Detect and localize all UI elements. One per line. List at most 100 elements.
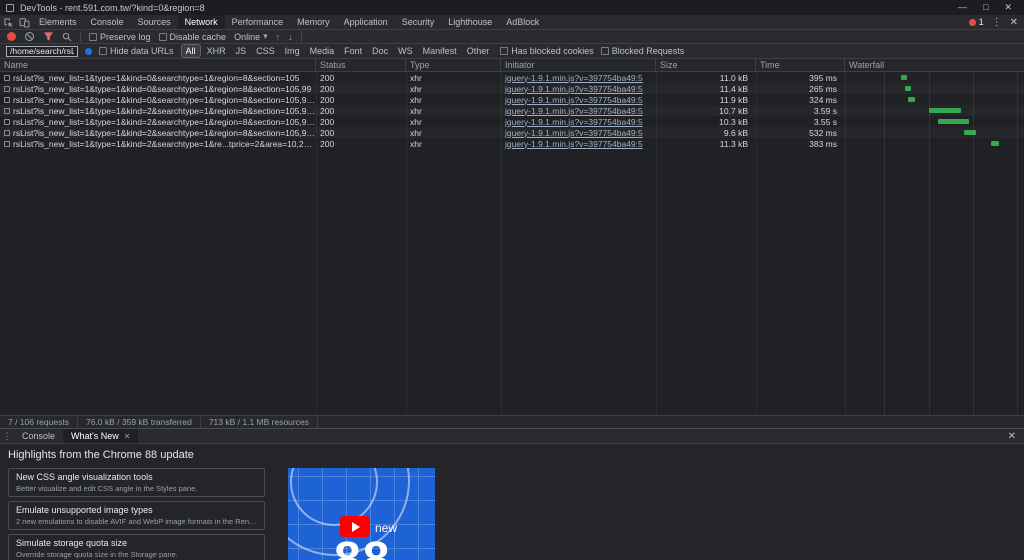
file-type-icon <box>4 107 10 114</box>
request-name-cell[interactable]: rsList?is_new_list=1&type=1&kind=0&searc… <box>0 95 316 105</box>
disable-cache-checkbox[interactable]: Disable cache <box>158 32 226 42</box>
resource-type-chip[interactable]: WS <box>394 45 417 57</box>
waterfall-cell <box>845 105 1024 116</box>
hide-data-urls-checkbox[interactable]: Hide data URLs <box>99 46 174 56</box>
table-row[interactable]: rsList?is_new_list=1&type=1&kind=2&searc… <box>0 105 1024 116</box>
panel-tab[interactable]: Console <box>84 15 131 29</box>
filter-active-indicator-icon[interactable] <box>85 47 92 55</box>
panel-tab[interactable]: Memory <box>290 15 337 29</box>
waterfall-bar[interactable] <box>938 119 969 124</box>
highlight-card[interactable]: Simulate storage quota size Override sto… <box>8 534 265 560</box>
devtools-close-icon[interactable]: ✕ <box>1010 17 1018 28</box>
more-options-icon[interactable]: ⋮ <box>992 17 1002 28</box>
inspect-element-icon[interactable] <box>0 15 16 29</box>
waterfall-bar[interactable] <box>901 75 907 80</box>
panel-tab[interactable]: Sources <box>131 15 178 29</box>
panel-tab[interactable]: Elements <box>32 15 84 29</box>
table-row[interactable]: rsList?is_new_list=1&type=1&kind=0&searc… <box>0 83 1024 94</box>
request-initiator-link[interactable]: jquery-1.9.1.min.js?v=397754ba49:5 <box>501 128 656 138</box>
table-row[interactable]: rsList?is_new_list=1&type=1&kind=0&searc… <box>0 94 1024 105</box>
drawer-tab[interactable]: What's New ✕ <box>63 429 139 443</box>
resource-type-chip[interactable]: CSS <box>252 45 279 57</box>
resource-type-chip[interactable]: Doc <box>368 45 392 57</box>
table-row[interactable]: rsList?is_new_list=1&type=1&kind=2&searc… <box>0 127 1024 138</box>
resource-type-chip[interactable]: Other <box>463 45 494 57</box>
highlight-card[interactable]: Emulate unsupported image types 2 new em… <box>8 501 265 530</box>
resource-type-chip[interactable]: Font <box>340 45 366 57</box>
file-type-icon <box>4 85 10 92</box>
column-header[interactable]: Time <box>756 59 845 71</box>
waterfall-bar[interactable] <box>964 130 976 135</box>
throttling-dropdown[interactable]: Online ▾ <box>234 31 268 42</box>
record-network-log-icon[interactable] <box>7 32 16 41</box>
column-header[interactable]: Name <box>0 59 316 71</box>
checkbox-icon <box>500 47 509 55</box>
devtools-window: DevTools - rent.591.com.tw/?kind=0&regio… <box>0 0 1024 560</box>
panel-tab[interactable]: Security <box>395 15 442 29</box>
preserve-log-checkbox[interactable]: Preserve log <box>89 32 151 42</box>
highlight-card[interactable]: New CSS angle visualization tools Better… <box>8 468 265 497</box>
column-header[interactable]: Type <box>406 59 501 71</box>
request-initiator-link[interactable]: jquery-1.9.1.min.js?v=397754ba49:5 <box>501 139 656 149</box>
request-name: rsList?is_new_list=1&type=1&kind=2&searc… <box>13 116 316 127</box>
import-har-icon[interactable]: ↑ <box>276 32 281 42</box>
table-row[interactable]: rsList?is_new_list=1&type=1&kind=0&searc… <box>0 72 1024 83</box>
request-name-cell[interactable]: rsList?is_new_list=1&type=1&kind=2&searc… <box>0 139 316 149</box>
request-initiator-link[interactable]: jquery-1.9.1.min.js?v=397754ba49:5 <box>501 117 656 127</box>
minimize-button[interactable]: — <box>958 2 967 13</box>
waterfall-bar[interactable] <box>991 141 999 146</box>
request-name-cell[interactable]: rsList?is_new_list=1&type=1&kind=2&searc… <box>0 128 316 138</box>
drawer-close-icon[interactable]: ✕ <box>1000 429 1024 443</box>
table-row[interactable]: rsList?is_new_list=1&type=1&kind=2&searc… <box>0 138 1024 149</box>
error-count: 1 <box>978 17 984 27</box>
blocked-requests-checkbox[interactable]: Blocked Requests <box>600 46 684 56</box>
panel-tab[interactable]: Network <box>177 15 225 29</box>
waterfall-bar[interactable] <box>908 97 915 102</box>
search-icon[interactable] <box>62 32 72 42</box>
drawer-menu-icon[interactable]: ⋮ <box>0 429 14 443</box>
column-header[interactable]: Initiator <box>501 59 656 71</box>
request-name-cell[interactable]: rsList?is_new_list=1&type=1&kind=2&searc… <box>0 117 316 127</box>
has-blocked-cookies-checkbox[interactable]: Has blocked cookies <box>500 46 594 56</box>
drawer-tab[interactable]: Console <box>14 429 63 443</box>
request-name: rsList?is_new_list=1&type=1&kind=0&searc… <box>13 83 312 94</box>
request-initiator-link[interactable]: jquery-1.9.1.min.js?v=397754ba49:5 <box>501 95 656 105</box>
request-initiator-link[interactable]: jquery-1.9.1.min.js?v=397754ba49:5 <box>501 106 656 116</box>
window-close-button[interactable]: ✕ <box>1004 2 1012 13</box>
export-har-icon[interactable]: ↓ <box>288 32 293 42</box>
clear-network-log-icon[interactable] <box>24 31 35 42</box>
request-rows: rsList?is_new_list=1&type=1&kind=0&searc… <box>0 72 1024 415</box>
column-header[interactable]: Status <box>316 59 406 71</box>
network-summary-bar: 7 / 106 requests 76.0 kB / 359 kB transf… <box>0 415 1024 428</box>
panel-tab[interactable]: AdBlock <box>499 15 546 29</box>
request-name-cell[interactable]: rsList?is_new_list=1&type=1&kind=0&searc… <box>0 84 316 94</box>
request-initiator-link[interactable]: jquery-1.9.1.min.js?v=397754ba49:5 <box>501 73 656 83</box>
panel-tab[interactable]: Lighthouse <box>441 15 499 29</box>
resource-type-chip[interactable]: Img <box>281 45 304 57</box>
waterfall-bar[interactable] <box>905 86 911 91</box>
device-toolbar-icon[interactable] <box>16 15 32 29</box>
panel-tab[interactable]: Application <box>337 15 395 29</box>
resource-type-chip[interactable]: Media <box>306 45 339 57</box>
file-type-icon <box>4 118 10 125</box>
resource-type-chip[interactable]: JS <box>232 45 251 57</box>
table-row[interactable]: rsList?is_new_list=1&type=1&kind=2&searc… <box>0 116 1024 127</box>
resource-type-chip[interactable]: All <box>180 44 201 58</box>
waterfall-bar[interactable] <box>929 108 961 113</box>
request-status: 200 <box>320 105 335 116</box>
resource-type-chip[interactable]: Manifest <box>419 45 461 57</box>
request-initiator-link[interactable]: jquery-1.9.1.min.js?v=397754ba49:5 <box>501 84 656 94</box>
drawer: ⋮ Console What's New ✕ ✕ Highlights from… <box>0 428 1024 560</box>
column-header[interactable]: Waterfall <box>845 59 1024 71</box>
maximize-button[interactable]: □ <box>983 2 988 13</box>
column-header[interactable]: Size <box>656 59 756 71</box>
filter-input[interactable] <box>6 45 78 57</box>
error-badge[interactable]: 1 <box>968 17 984 27</box>
panel-tab[interactable]: Performance <box>225 15 291 29</box>
request-name-cell[interactable]: rsList?is_new_list=1&type=1&kind=2&searc… <box>0 106 316 116</box>
filter-funnel-icon[interactable] <box>43 31 54 42</box>
tab-close-icon[interactable]: ✕ <box>124 432 131 441</box>
chrome-88-video-thumbnail[interactable]: new 88 <box>288 468 435 560</box>
request-name-cell[interactable]: rsList?is_new_list=1&type=1&kind=0&searc… <box>0 73 316 83</box>
resource-type-chip[interactable]: XHR <box>203 45 230 57</box>
